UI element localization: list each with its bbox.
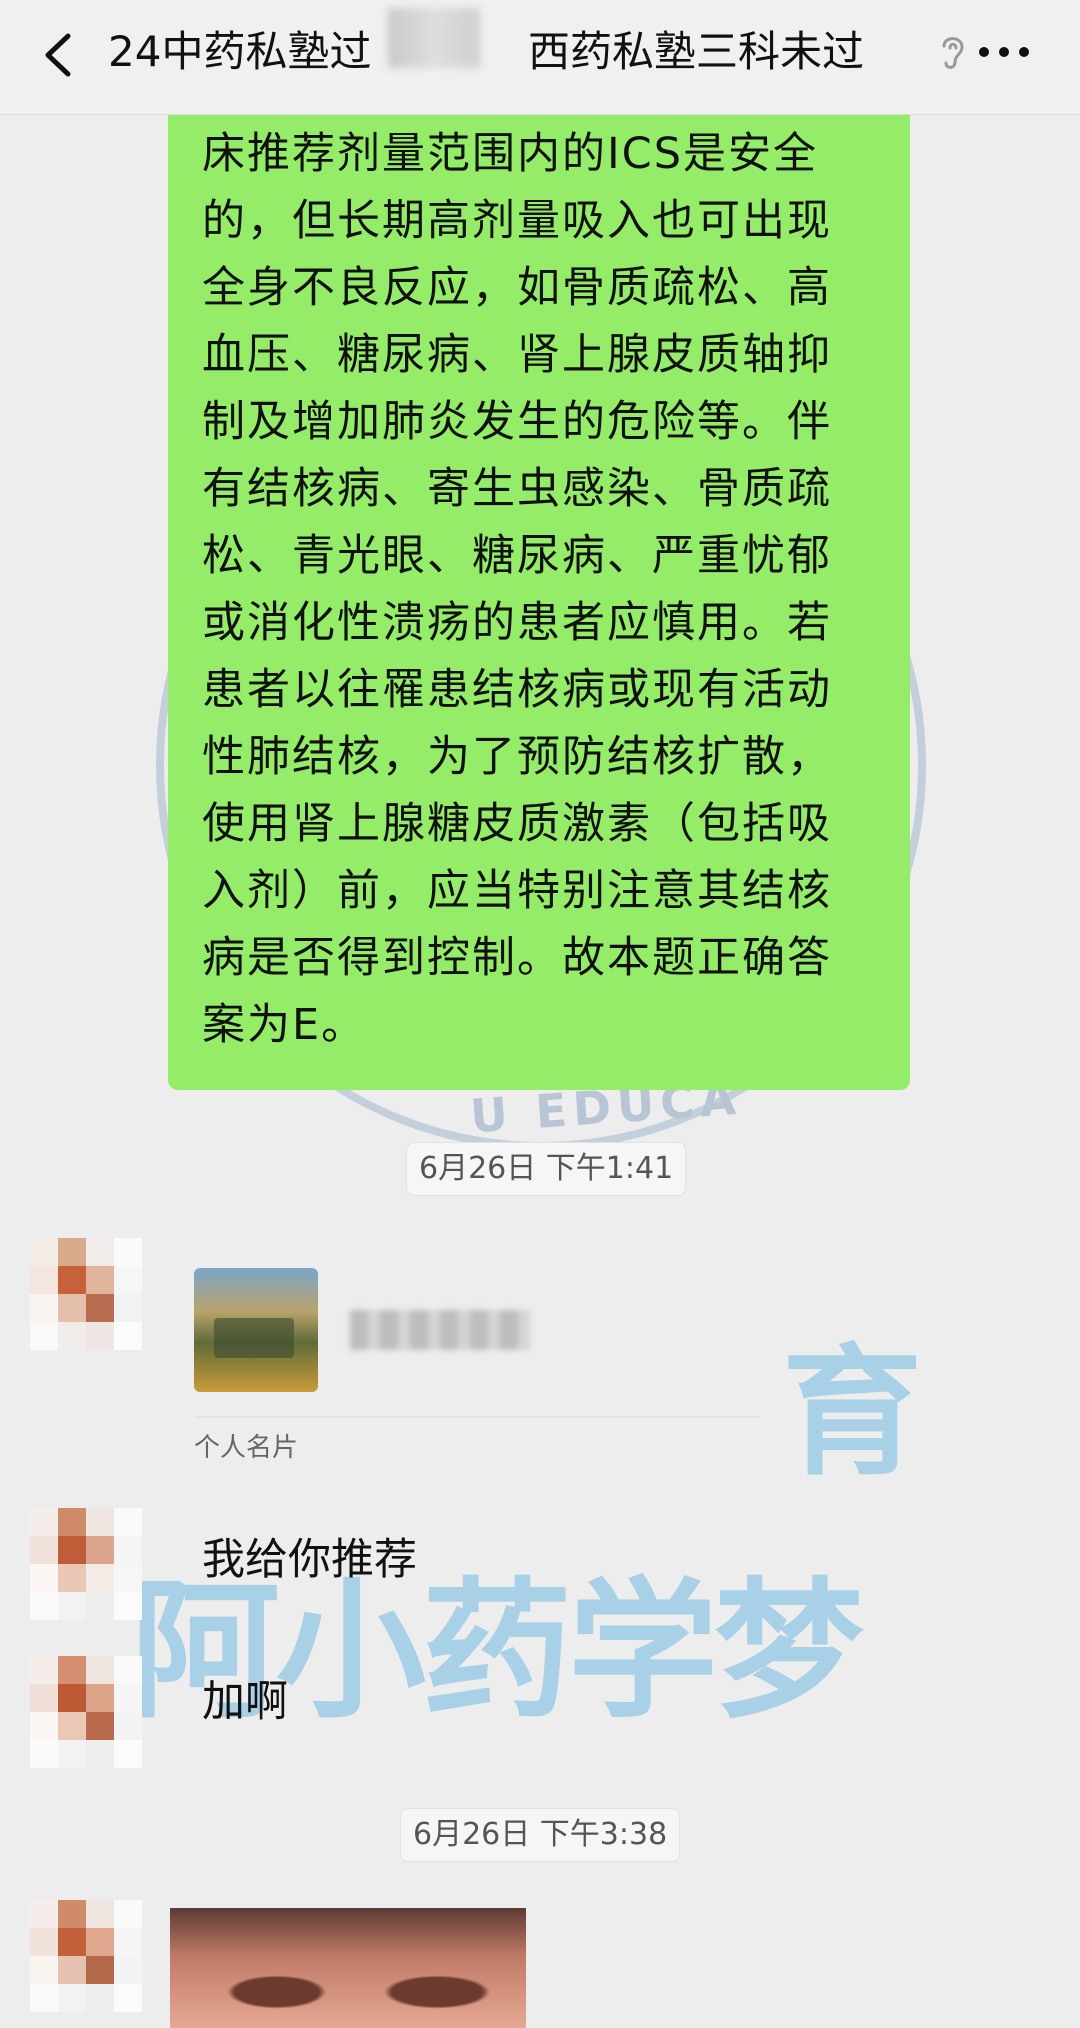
message-bubble-sent[interactable]: 吞服后吸收入血液中而引起不良，临床推荐剂量范围内的ICS是安全的，但长期高剂量吸… — [168, 62, 910, 1090]
message-line: 血压、糖尿病、肾上腺皮质轴抑 — [202, 330, 832, 380]
avatar[interactable] — [30, 1238, 142, 1350]
timestamp-badge: 6月26日 下午1:41 — [406, 1142, 687, 1196]
message-line: 或消化性溃疡的患者应慎用。若 — [202, 598, 832, 648]
message-text: 吞服后吸收入血液中而引起不良，临床推荐剂量范围内的ICS是安全的，但长期高剂量吸… — [202, 54, 876, 1059]
message-line: 病是否得到控制。故本题正确答 — [202, 933, 832, 983]
top-bar: 24中药私塾过 西药私塾三科未过 — [0, 0, 1080, 115]
chevron-left-icon[interactable] — [38, 30, 78, 80]
message-line: 性肺结核，为了预防结核扩散， — [202, 732, 832, 782]
more-dots-icon[interactable] — [978, 46, 1030, 58]
message-bubble-received[interactable]: 加啊 — [168, 1672, 322, 1732]
timestamp-badge: 6月26日 下午3:38 — [400, 1808, 681, 1862]
message-line: 松、青光眼、糖尿病、严重忧郁 — [202, 531, 832, 581]
message-line: 床推荐剂量范围内的ICS是安全 — [202, 129, 819, 179]
card-thumbnail — [194, 1268, 318, 1392]
message-line: 案为E。 — [202, 1000, 367, 1050]
image-message[interactable] — [170, 1908, 526, 2028]
contact-card[interactable]: 个人名片 — [168, 1244, 768, 1494]
divider — [194, 1416, 760, 1418]
card-type-label: 个人名片 — [194, 1433, 299, 1463]
chat-title-left: 24中药私塾过 — [108, 27, 372, 76]
message-line: 制及增加肺炎发生的危险等。伴 — [202, 397, 832, 447]
message-line: 入剂）前，应当特别注意其结核 — [202, 866, 832, 916]
chat-title-right: 西药私塾三科未过 — [528, 27, 865, 76]
avatar[interactable] — [30, 1900, 142, 2012]
message-bubble-received[interactable]: 我给你推荐 — [168, 1530, 451, 1590]
avatar[interactable] — [30, 1508, 142, 1620]
message-line: 使用肾上腺糖皮质激素（包括吸 — [202, 799, 832, 849]
message-line: 全身不良反应，如骨质疏松、高 — [202, 263, 832, 313]
card-name-redacted — [350, 1310, 530, 1350]
title-redacted — [388, 8, 480, 68]
message-line: 有结核病、寄生虫感染、骨质疏 — [202, 464, 832, 514]
watermark-side-char: 育 — [782, 1332, 923, 1495]
ear-icon — [942, 37, 964, 69]
message-line: 的，但长期高剂量吸入也可出现 — [202, 196, 832, 246]
avatar[interactable] — [30, 1656, 142, 1768]
message-line: 患者以往罹患结核病或现有活动 — [202, 665, 832, 715]
